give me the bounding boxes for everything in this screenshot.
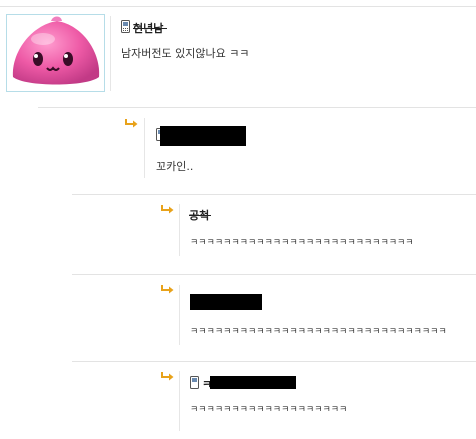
separator bbox=[72, 361, 476, 362]
redaction-bar bbox=[190, 294, 262, 310]
separator bbox=[72, 274, 476, 275]
comment-text: 꼬카인.. bbox=[156, 160, 194, 173]
divider bbox=[110, 16, 111, 91]
divider bbox=[144, 118, 145, 178]
comment-text: ㅋㅋㅋㅋㅋㅋㅋㅋㅋㅋㅋㅋㅋㅋㅋㅋㅋㅋㅋㅋㅋㅋㅋㅋㅋㅋㅋ bbox=[190, 238, 414, 248]
mobile-phone-icon bbox=[190, 376, 199, 389]
pink-blob-avatar bbox=[12, 16, 100, 85]
reply-arrow-icon bbox=[125, 119, 138, 128]
avatar[interactable] bbox=[6, 14, 105, 92]
comment-text: ㅋㅋㅋㅋㅋㅋㅋㅋㅋㅋㅋㅋㅋㅋㅋㅋㅋㅋㅋㅋㅋㅋㅋㅋㅋㅋㅋㅋㅋㅋㅋ bbox=[190, 327, 447, 337]
redaction-bar bbox=[160, 126, 246, 146]
divider bbox=[179, 285, 180, 345]
divider bbox=[179, 204, 180, 256]
author-strikethrough bbox=[133, 28, 167, 29]
author-strikethrough bbox=[189, 215, 211, 216]
comment-text: 남자버전도 있지않나요 ㅋㅋ bbox=[121, 47, 250, 60]
comment-text: ㅋㅋㅋㅋㅋㅋㅋㅋㅋㅋㅋㅋㅋㅋㅋㅋㅋㅋㅋ bbox=[190, 405, 348, 415]
separator bbox=[38, 107, 476, 108]
reply-arrow-icon bbox=[161, 205, 174, 214]
top-separator bbox=[0, 6, 476, 7]
divider bbox=[179, 371, 180, 431]
reply-arrow-icon bbox=[161, 285, 174, 294]
separator bbox=[72, 194, 476, 195]
reply-arrow-icon bbox=[161, 372, 174, 381]
mobile-phone-icon bbox=[121, 20, 130, 33]
redaction-bar bbox=[210, 376, 296, 389]
